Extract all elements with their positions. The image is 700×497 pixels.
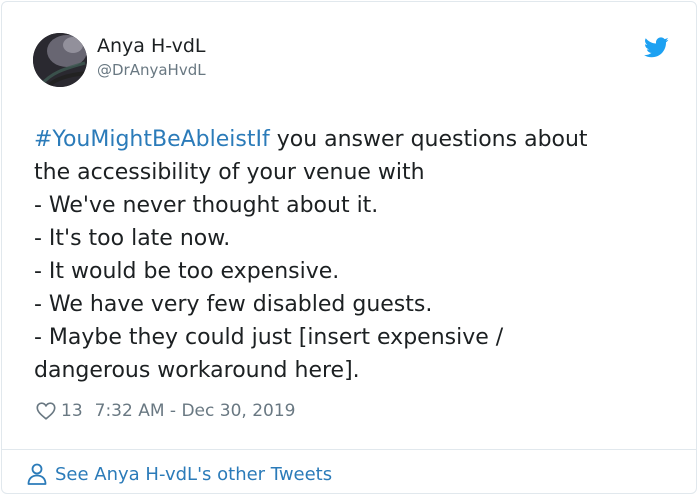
heart-icon[interactable]	[35, 400, 57, 422]
see-other-tweets-label[interactable]: See Anya H-vdL's other Tweets	[55, 464, 332, 485]
tweet-line-2: the accessibility of your venue with	[34, 160, 425, 185]
like-count[interactable]: 13	[61, 401, 83, 421]
tweet-card: Anya H-vdL @DrAnyaHvdL #YouMightBeAbleis…	[1, 1, 697, 494]
tweet-line-1-rest: you answer questions about	[269, 127, 588, 152]
author-name[interactable]: Anya H-vdL	[97, 35, 206, 57]
avatar[interactable]	[33, 33, 87, 87]
avatar-image	[33, 33, 87, 87]
tweet-line-6: - We have very few disabled guests.	[34, 292, 433, 317]
tweet-line-1: #YouMightBeAbleistIf you answer question…	[34, 123, 674, 156]
tweet-line-3: - We've never thought about it.	[34, 193, 379, 218]
person-icon	[27, 463, 47, 485]
see-other-tweets-link[interactable]: See Anya H-vdL's other Tweets	[26, 461, 332, 487]
hashtag-link[interactable]: #YouMightBeAbleistIf	[34, 127, 270, 152]
tweet-meta: 13 7:32 AM - Dec 30, 2019	[35, 398, 295, 424]
twitter-bird-icon[interactable]	[644, 35, 669, 60]
tweet-line-5: - It would be too expensive.	[34, 259, 340, 284]
tweet-line-4: - It's too late now.	[34, 226, 231, 251]
tweet-timestamp[interactable]: 7:32 AM - Dec 30, 2019	[95, 401, 296, 421]
tweet-line-8: dangerous workaround here].	[34, 358, 360, 383]
footer-divider	[2, 449, 696, 450]
author-handle[interactable]: @DrAnyaHvdL	[97, 61, 206, 79]
tweet-text: #YouMightBeAbleistIf you answer question…	[34, 123, 674, 387]
tweet-line-7: - Maybe they could just [insert expensiv…	[34, 325, 504, 350]
